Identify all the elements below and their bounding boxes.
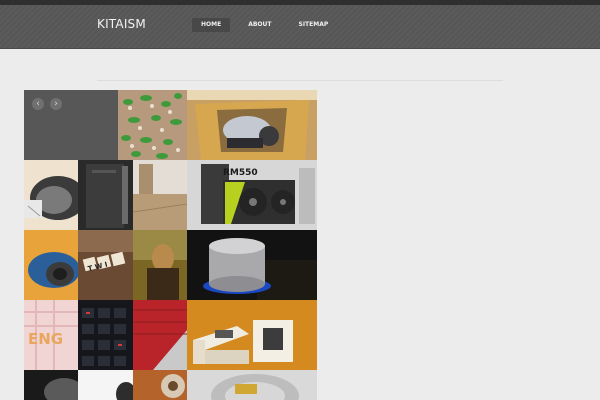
photo-tile-device[interactable] <box>24 160 78 230</box>
photo-tile-pc-case[interactable] <box>78 160 133 230</box>
content-divider <box>97 80 503 81</box>
photo-tile-blocks[interactable]: ENG <box>24 300 78 370</box>
photo-tile-dark-device[interactable] <box>24 370 78 400</box>
photo-tile-painting[interactable] <box>133 230 187 300</box>
slider-prev-button[interactable]: ‹ <box>32 98 44 110</box>
photo-tile-knob[interactable] <box>187 230 317 300</box>
gpu-image: RM550 <box>187 160 317 230</box>
photo-tile-figurines[interactable] <box>118 90 187 160</box>
chevron-right-icon: › <box>54 99 58 109</box>
photo-tile-cd-drive[interactable] <box>187 370 317 400</box>
chevron-left-icon: ‹ <box>36 99 40 109</box>
cd-drive-image <box>187 370 317 400</box>
photo-tile-scrabble[interactable]: T W I <box>78 230 133 300</box>
psu-label: RM550 <box>223 168 258 178</box>
site-header: KITAISM HOME ABOUT SITEMAP <box>0 5 600 49</box>
copper-image <box>133 370 187 400</box>
device-image <box>24 160 78 230</box>
cardboard-box-image <box>187 90 317 160</box>
slider-next-button[interactable]: › <box>50 98 62 110</box>
photo-tile-boxes[interactable] <box>187 300 317 370</box>
site-title[interactable]: KITAISM <box>97 17 146 31</box>
nav-about[interactable]: ABOUT <box>239 18 280 32</box>
pc-case-image <box>78 160 133 230</box>
blocks-label: ENG <box>28 330 63 348</box>
nav-sitemap[interactable]: SITEMAP <box>290 18 338 32</box>
painting-image <box>133 230 187 300</box>
red-fabric-image <box>133 300 187 370</box>
boxes-image <box>187 300 317 370</box>
knob-image <box>187 230 317 300</box>
nav-home[interactable]: HOME <box>192 18 231 32</box>
photo-tile-red-fabric[interactable] <box>133 300 187 370</box>
blocks-image: ENG <box>24 300 78 370</box>
white-object-image <box>78 370 133 400</box>
photo-tile-keyboard[interactable] <box>78 300 133 370</box>
photo-tile-copper[interactable] <box>133 370 187 400</box>
photo-tile-box[interactable] <box>187 90 317 160</box>
photo-grid: ‹ › RM550 T W I ENG <box>24 90 317 400</box>
headphones-image <box>24 230 78 300</box>
photo-tile-white[interactable] <box>78 370 133 400</box>
photo-tile-headphones[interactable] <box>24 230 78 300</box>
dark-device-image <box>24 370 78 400</box>
scrabble-image: T W I <box>78 230 133 300</box>
room-image <box>133 160 187 230</box>
main-nav: HOME ABOUT SITEMAP <box>192 18 346 32</box>
keyboard-image <box>78 300 133 370</box>
figurines-image <box>118 90 187 160</box>
photo-tile-room[interactable] <box>133 160 187 230</box>
photo-tile-gpu[interactable]: RM550 <box>187 160 317 230</box>
slider-panel: ‹ › <box>24 90 118 160</box>
